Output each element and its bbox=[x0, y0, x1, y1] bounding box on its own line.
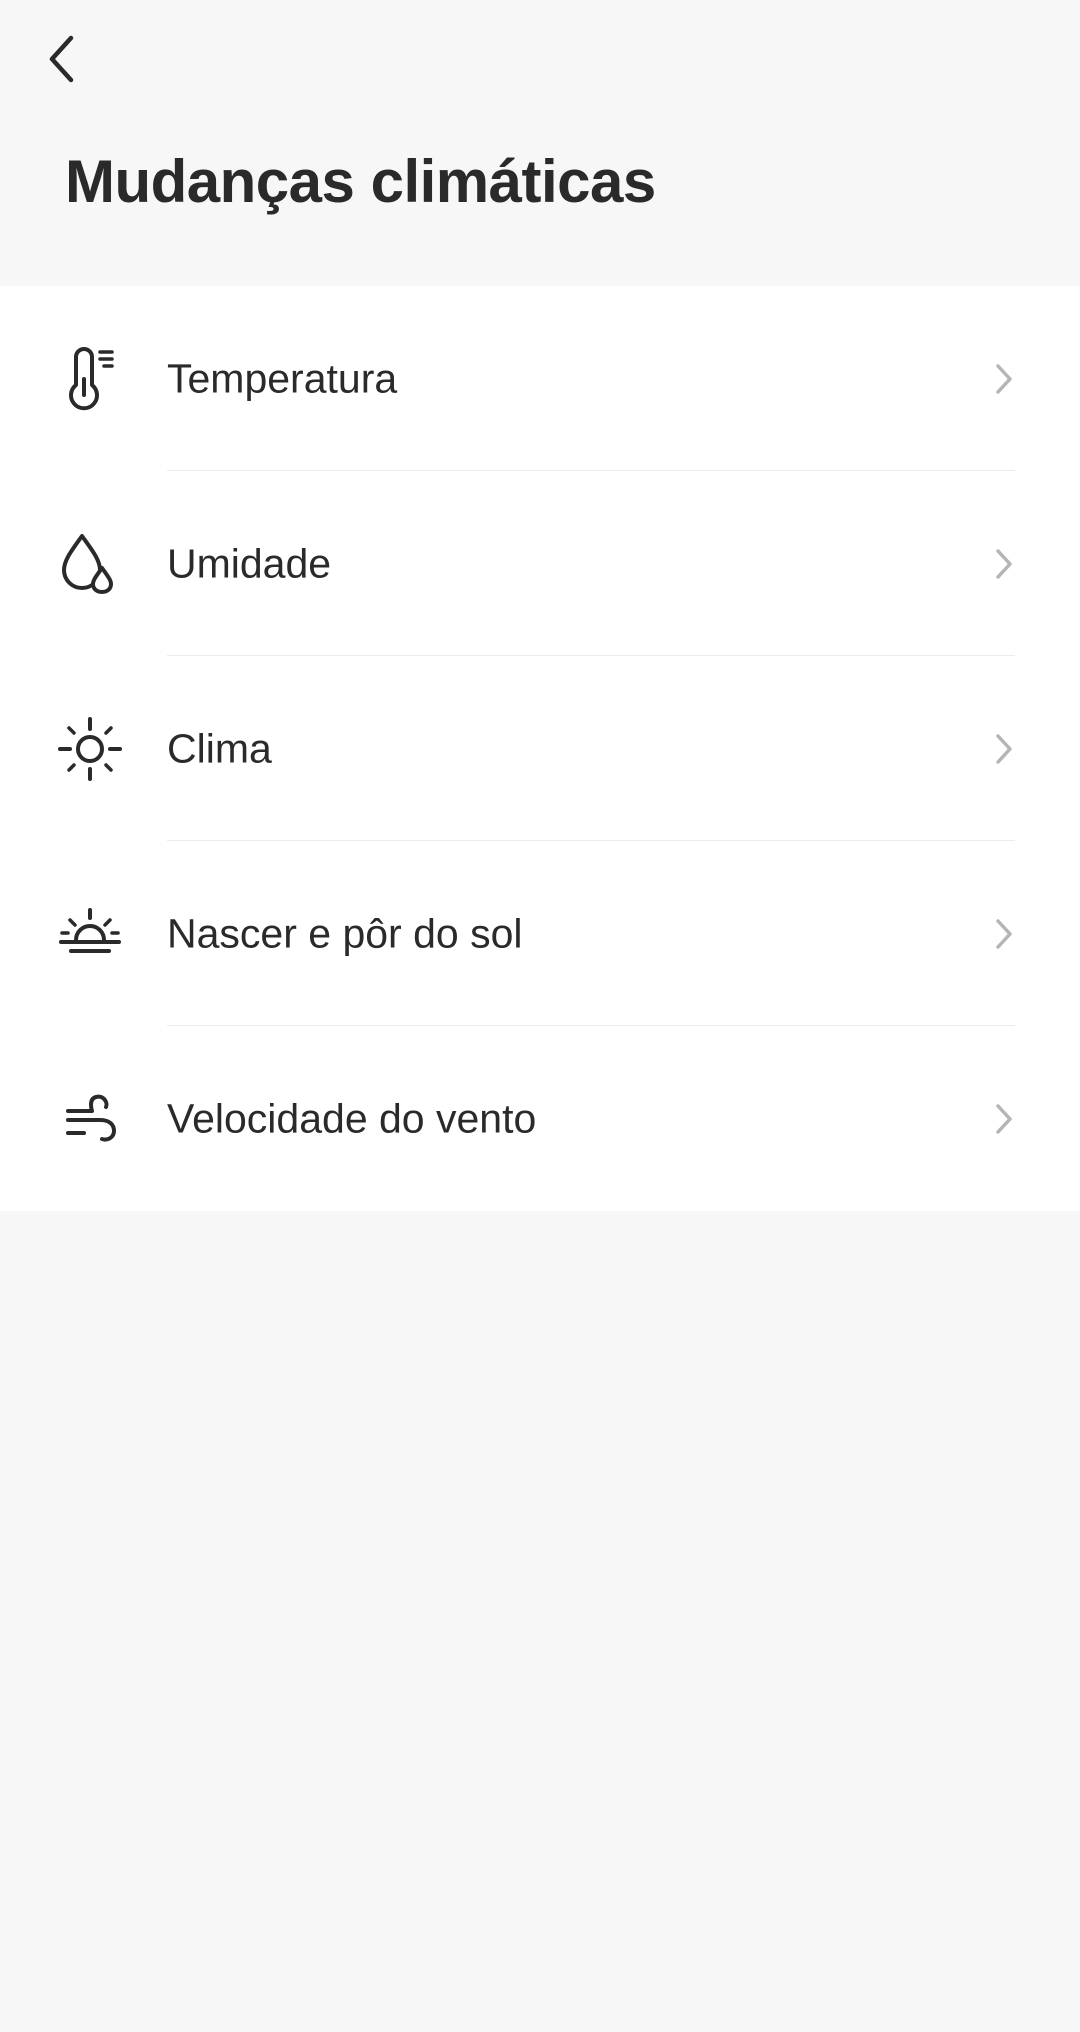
list-item-label: Nascer e pôr do sol bbox=[167, 910, 523, 956]
page-title: Mudanças climáticas bbox=[65, 148, 656, 215]
sunrise-sunset-icon bbox=[58, 902, 122, 966]
sun-icon bbox=[58, 716, 122, 781]
list-item-nascer-e-por-do-sol[interactable]: Nascer e pôr do sol bbox=[0, 841, 1080, 1026]
chevron-right-icon bbox=[988, 914, 1020, 954]
list-item-label: Temperatura bbox=[167, 355, 398, 401]
list-item-label: Velocidade do vento bbox=[167, 1095, 537, 1141]
chevron-right-icon bbox=[988, 1099, 1020, 1139]
chevron-left-icon bbox=[49, 35, 74, 83]
chevron-right-icon bbox=[988, 544, 1020, 584]
header: Mudanças climáticas bbox=[0, 0, 1080, 286]
settings-list: Temperatura Umidade Clima Nascer e pôr d… bbox=[0, 286, 1080, 1211]
list-item-velocidade-do-vento[interactable]: Velocidade do vento bbox=[0, 1026, 1080, 1211]
list-item-temperatura[interactable]: Temperatura bbox=[0, 286, 1080, 471]
back-button[interactable] bbox=[30, 24, 94, 94]
wind-icon bbox=[58, 1087, 122, 1151]
thermometer-icon bbox=[58, 346, 122, 411]
list-item-umidade[interactable]: Umidade bbox=[0, 471, 1080, 656]
humidity-drop-icon bbox=[58, 532, 122, 596]
list-item-label: Umidade bbox=[167, 540, 332, 586]
list-item-label: Clima bbox=[167, 725, 272, 771]
list-item-clima[interactable]: Clima bbox=[0, 656, 1080, 841]
chevron-right-icon bbox=[988, 359, 1020, 399]
chevron-right-icon bbox=[988, 729, 1020, 769]
